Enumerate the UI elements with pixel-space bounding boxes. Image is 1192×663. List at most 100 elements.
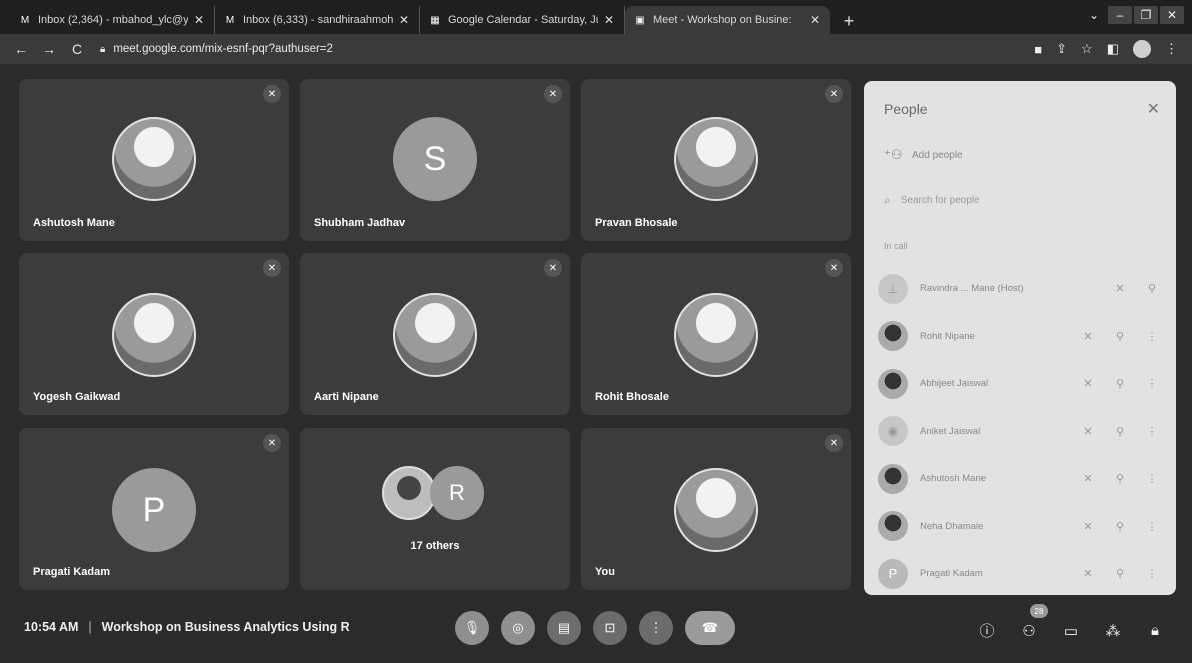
list-item[interactable]: Ashutosh Mane ✕ ⚲ ⋮ bbox=[878, 455, 1168, 503]
participant-tile[interactable]: ✕ Yogesh Gaikwad bbox=[19, 253, 289, 415]
mic-off-icon[interactable]: ✕ bbox=[1072, 330, 1104, 343]
mic-toggle-button[interactable]: 🎙︎ bbox=[455, 611, 489, 645]
tab-gmail-1[interactable]: M Inbox (2,364) - mbahod_ylc@yei ✕ bbox=[10, 6, 215, 34]
pin-icon[interactable]: ⚲ bbox=[1104, 425, 1136, 438]
avatar bbox=[878, 511, 908, 542]
list-item[interactable]: Neha Dhamale ✕ ⚲ ⋮ bbox=[878, 503, 1168, 551]
more-options-button[interactable]: ⋮ bbox=[639, 611, 673, 645]
participant-tile[interactable]: ✕ Ashutosh Mane bbox=[19, 79, 289, 241]
share-icon[interactable]: ⇪ bbox=[1056, 41, 1067, 57]
mic-off-icon[interactable]: ✕ bbox=[1072, 567, 1104, 580]
participant-name: Ashutosh Mane bbox=[33, 217, 115, 229]
star-icon[interactable]: ☆ bbox=[1081, 41, 1093, 57]
close-icon[interactable]: ✕ bbox=[192, 13, 206, 27]
participant-tile[interactable]: ✕ Aarti Nipane bbox=[300, 253, 570, 415]
mic-off-icon: ✕ bbox=[263, 85, 281, 103]
minimize-icon[interactable]: – bbox=[1108, 6, 1132, 24]
url-field[interactable]: 🔒︎ meet.google.com/mix-esnf-pqr?authuser… bbox=[100, 43, 1034, 55]
pin-icon[interactable]: ⚲ bbox=[1104, 330, 1136, 343]
participant-tile[interactable]: ✕ S Shubham Jadhav bbox=[300, 79, 570, 241]
calendar-icon: ▦ bbox=[430, 14, 440, 26]
chevron-down-icon[interactable]: ⌄ bbox=[1082, 6, 1106, 24]
participant-name: Rohit Nipane bbox=[920, 330, 975, 342]
camera-toggle-button[interactable]: ◎ bbox=[501, 611, 535, 645]
tab-meet[interactable]: ▣ Meet - Workshop on Busine: ✕ bbox=[625, 6, 830, 34]
list-item[interactable]: P Pragati Kadam ✕ ⚲ ⋮ bbox=[878, 550, 1168, 598]
activities-icon[interactable]: ⁂ bbox=[1101, 622, 1125, 640]
participant-tile[interactable]: ✕ P Pragati Kadam bbox=[19, 428, 289, 590]
close-icon[interactable]: ✕ bbox=[397, 13, 411, 27]
pin-icon[interactable]: ⚲ bbox=[1104, 472, 1136, 485]
meeting-control-bar: 10:54 AM | Workshop on Business Analytic… bbox=[0, 600, 1192, 663]
participant-name: Shubham Jadhav bbox=[314, 217, 406, 229]
pin-icon[interactable]: ⚲ bbox=[1104, 377, 1136, 390]
participant-name: Abhijeet Jaiswal bbox=[920, 378, 989, 390]
forward-icon[interactable]: → bbox=[38, 41, 60, 57]
back-icon[interactable]: ← bbox=[10, 41, 32, 57]
more-icon[interactable]: ⋮ bbox=[1136, 425, 1168, 438]
reload-icon[interactable]: C bbox=[66, 41, 88, 57]
mic-off-icon[interactable]: ✕ bbox=[1072, 472, 1104, 485]
menu-icon[interactable]: ⋮ bbox=[1165, 41, 1178, 57]
close-window-icon[interactable]: ✕ bbox=[1160, 6, 1184, 24]
participant-name: Yogesh Gaikwad bbox=[33, 391, 121, 403]
list-item[interactable]: Rohit Nipane ✕ ⚲ ⋮ bbox=[878, 313, 1168, 361]
more-icon[interactable]: ⋮ bbox=[1136, 567, 1168, 580]
mic-off-icon[interactable]: ✕ bbox=[1072, 425, 1104, 438]
profile-avatar[interactable] bbox=[1133, 40, 1151, 58]
list-item[interactable]: Abhijeet Jaiswal ✕ ⚲ ⋮ bbox=[878, 360, 1168, 408]
avatar bbox=[382, 466, 436, 520]
others-tile[interactable]: R 17 others bbox=[300, 428, 570, 590]
sidepanel-icon[interactable]: ◧ bbox=[1107, 41, 1119, 57]
chat-icon[interactable]: ▭ bbox=[1059, 622, 1083, 640]
mic-off-icon: ✕ bbox=[825, 259, 843, 277]
tab-gmail-2[interactable]: M Inbox (6,333) - sandhiraahmohi ✕ bbox=[215, 6, 420, 34]
meeting-info: 10:54 AM | Workshop on Business Analytic… bbox=[24, 620, 350, 634]
avatar bbox=[674, 117, 758, 201]
people-panel: People ✕ ⁺⚇ Add people ⌕ Search for peop… bbox=[864, 81, 1176, 595]
mic-off-icon[interactable]: ✕ bbox=[1072, 520, 1104, 533]
maximize-icon[interactable]: ❐ bbox=[1134, 6, 1158, 24]
mic-off-icon: ✕ bbox=[544, 85, 562, 103]
host-controls-icon[interactable]: 🔒︎ bbox=[1143, 622, 1167, 639]
participant-tile[interactable]: ✕ Rohit Bhosale bbox=[581, 253, 851, 415]
close-icon[interactable]: ✕ bbox=[808, 13, 822, 27]
close-icon[interactable]: ✕ bbox=[1147, 99, 1160, 119]
pin-icon[interactable]: ⚲ bbox=[1104, 567, 1136, 580]
people-icon[interactable]: ⚇ bbox=[1017, 622, 1041, 640]
pin-icon[interactable]: ⚲ bbox=[1136, 282, 1168, 295]
captions-button[interactable]: ▤ bbox=[547, 611, 581, 645]
new-tab-button[interactable]: + bbox=[836, 8, 862, 34]
participant-tile[interactable]: ✕ Pravan Bhosale bbox=[581, 79, 851, 241]
meet-icon: ▣ bbox=[635, 14, 645, 26]
info-icon[interactable]: ⓘ bbox=[975, 620, 999, 641]
pin-icon[interactable]: ⚲ bbox=[1104, 520, 1136, 533]
more-icon[interactable]: ⋮ bbox=[1136, 520, 1168, 533]
tab-calendar[interactable]: ▦ Google Calendar - Saturday, July ✕ bbox=[420, 6, 625, 34]
end-call-button[interactable]: ☎ bbox=[685, 611, 735, 645]
avatar bbox=[112, 117, 196, 201]
url-text: meet.google.com/mix-esnf-pqr?authuser=2 bbox=[113, 43, 333, 55]
tab-title: Inbox (6,333) - sandhiraahmohi bbox=[243, 14, 393, 26]
more-icon[interactable]: ⋮ bbox=[1136, 330, 1168, 343]
tab-title: Inbox (2,364) - mbahod_ylc@yei bbox=[38, 14, 188, 26]
self-tile[interactable]: ✕ You bbox=[581, 428, 851, 590]
avatar bbox=[393, 293, 477, 377]
participant-name: Ravindra ... Mane (Host) bbox=[920, 283, 1024, 295]
mic-off-icon[interactable]: ✕ bbox=[1072, 377, 1104, 390]
close-icon[interactable]: ✕ bbox=[602, 13, 616, 27]
search-input[interactable]: ⌕ Search for people bbox=[884, 187, 1156, 213]
more-icon[interactable]: ⋮ bbox=[1136, 377, 1168, 390]
mic-off-icon[interactable]: ✕ bbox=[1104, 282, 1136, 295]
tab-title: Google Calendar - Saturday, July bbox=[448, 14, 598, 26]
list-item[interactable]: ⊥ Ravindra ... Mane (Host) ✕ ⚲ bbox=[878, 265, 1168, 313]
add-people-button[interactable]: ⁺⚇ Add people bbox=[884, 147, 963, 163]
more-icon[interactable]: ⋮ bbox=[1136, 472, 1168, 485]
list-item[interactable]: ◉ Aniket Jaiswal ✕ ⚲ ⋮ bbox=[878, 408, 1168, 456]
others-avatars: R bbox=[382, 466, 484, 520]
present-button[interactable]: ⊡ bbox=[593, 611, 627, 645]
mic-off-icon: ✕ bbox=[544, 259, 562, 277]
participant-name: Pragati Kadam bbox=[920, 568, 983, 580]
camera-icon[interactable]: ■ bbox=[1034, 42, 1042, 57]
section-label: In call bbox=[884, 241, 908, 251]
